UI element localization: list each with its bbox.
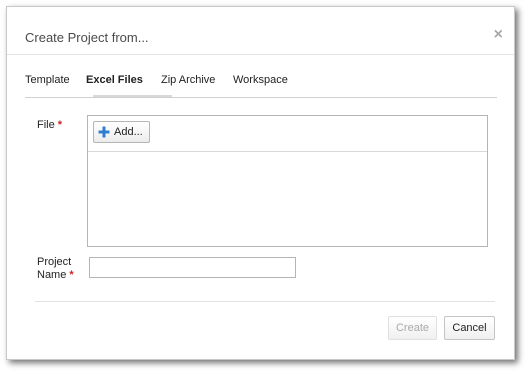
project-name-label: Project Name * <box>37 256 74 282</box>
active-tab-indicator <box>93 95 172 97</box>
source-tabs: Template Excel Files Zip Archive Workspa… <box>25 71 497 98</box>
add-file-button[interactable]: Add... <box>93 121 150 143</box>
project-name-label-line2: Name <box>37 269 67 281</box>
file-list-toolbar: Add... <box>88 116 487 152</box>
required-marker: * <box>57 119 63 131</box>
project-name-label-line1: Project <box>37 256 72 268</box>
file-list-box[interactable]: Add... <box>87 115 488 247</box>
tab-template[interactable]: Template <box>25 74 70 86</box>
close-icon[interactable]: × <box>494 27 503 43</box>
dialog-header: Create Project from... × <box>7 7 514 55</box>
required-marker: * <box>69 269 74 281</box>
project-name-input[interactable] <box>89 257 296 278</box>
file-label-text: File <box>37 119 55 131</box>
cancel-button[interactable]: Cancel <box>444 316 495 340</box>
add-file-button-label: Add... <box>114 126 143 138</box>
dialog-title: Create Project from... <box>25 30 149 45</box>
plus-icon <box>98 126 110 138</box>
create-project-dialog: Create Project from... × Template Excel … <box>6 6 515 360</box>
file-label: File * <box>37 119 62 132</box>
create-button[interactable]: Create <box>388 316 437 340</box>
tab-workspace[interactable]: Workspace <box>233 74 288 86</box>
tab-zip-archive[interactable]: Zip Archive <box>161 74 215 86</box>
tab-excel-files[interactable]: Excel Files <box>86 74 143 86</box>
footer-divider <box>35 301 495 302</box>
